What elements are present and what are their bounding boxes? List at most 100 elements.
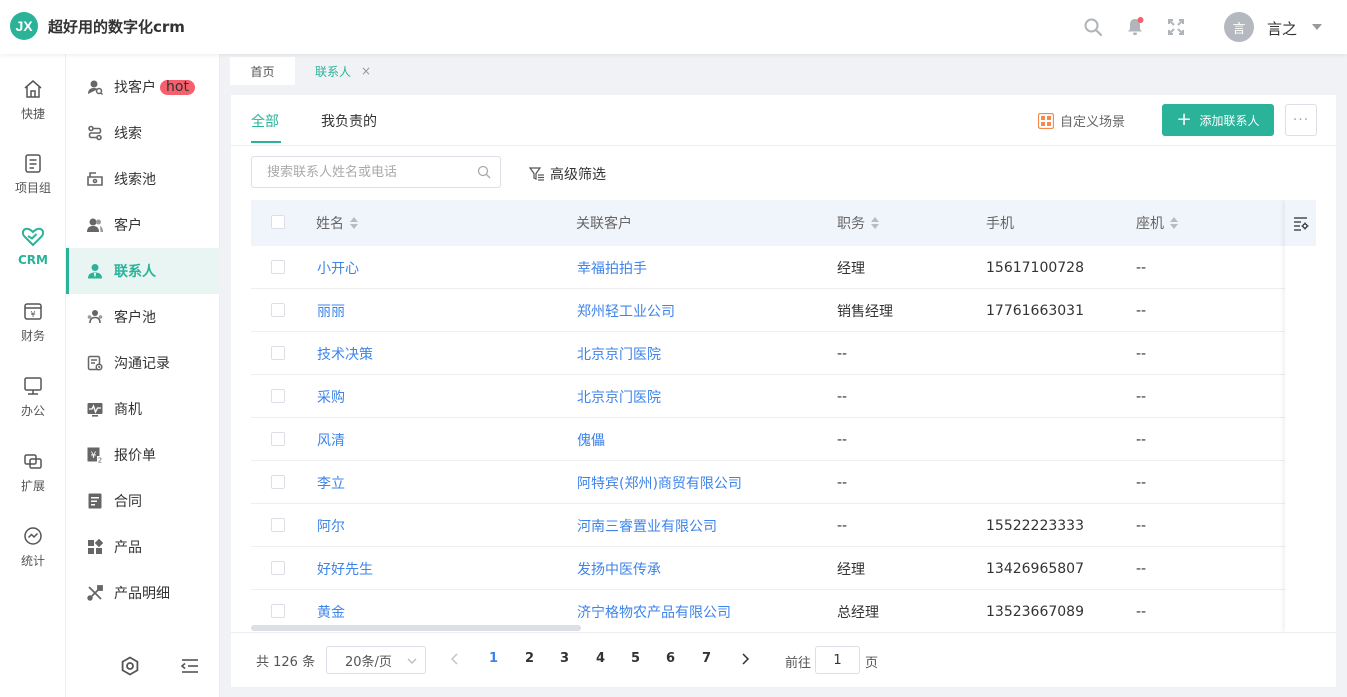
customer-link[interactable]: 幸福拍拍手 [577,246,647,289]
notification-bell-icon[interactable] [1124,16,1146,38]
submenu-item-customer[interactable]: 客户 [66,202,220,248]
tab-home[interactable]: 首页 [230,57,295,85]
column-header-phone[interactable]: 座机 [1136,200,1179,246]
contact-name-link[interactable]: 丽丽 [317,289,345,332]
phone-cell: -- [1136,259,1147,276]
goto-suffix: 页 [865,656,879,671]
customer-link[interactable]: 济宁格物农产品有限公司 [577,590,731,632]
table-row[interactable]: 小开心 幸福拍拍手 经理 15617100728 -- [251,246,1316,289]
horizontal-scrollbar[interactable] [251,625,581,631]
add-contact-button[interactable]: + 添加联系人 [1162,104,1274,136]
user-name[interactable]: 言之 [1267,18,1297,39]
contact-name-link[interactable]: 李立 [317,461,345,504]
advanced-filter-button[interactable]: 高级筛选 [529,164,606,184]
column-header-mobile: 手机 [986,200,1014,246]
rail-item-project[interactable]: 项目组 [0,152,66,212]
contact-name-link[interactable]: 小开心 [317,246,359,289]
rail-item-extend[interactable]: 扩展 [0,450,66,510]
submenu-item-opportunity[interactable]: 商机 [66,386,220,432]
row-checkbox[interactable] [271,475,285,489]
rail-item-crm[interactable]: CRM [0,226,66,286]
search-icon[interactable] [1082,16,1104,38]
row-checkbox[interactable] [271,389,285,403]
table-row[interactable]: 丽丽 郑州轻工业公司 销售经理 17761663031 -- [251,289,1316,332]
sort-icon[interactable] [350,217,359,229]
fullscreen-icon[interactable] [1165,16,1187,38]
row-checkbox[interactable] [271,561,285,575]
page-1-button[interactable]: 1 [489,651,498,666]
rail-item-stats[interactable]: 统计 [0,525,66,585]
column-header-customer: 关联客户 [576,200,632,246]
row-checkbox[interactable] [271,303,285,317]
column-header-name[interactable]: 姓名 [316,200,359,246]
contact-name-link[interactable]: 技术决策 [317,332,373,375]
row-checkbox[interactable] [271,432,285,446]
customer-link[interactable]: 郑州轻工业公司 [577,289,675,332]
page-4-button[interactable]: 4 [596,651,605,666]
customer-link[interactable]: 傀儡 [577,418,605,461]
table-row[interactable]: 采购 北京京门医院 -- -- [251,375,1316,418]
sort-icon[interactable] [1170,217,1179,229]
submenu-item-customer-pool[interactable]: 客户池 [66,294,220,340]
mobile-cell: 17761663031 [986,302,1084,319]
goto-page-input[interactable] [815,646,860,674]
column-settings-icon[interactable] [1285,200,1316,246]
contact-name-link[interactable]: 采购 [317,375,345,418]
scene-tab-mine[interactable]: 我负责的 [321,111,377,131]
settings-icon[interactable] [119,655,141,677]
submenu-item-product[interactable]: 产品 [66,524,220,570]
table-row[interactable]: 技术决策 北京京门医院 -- -- [251,332,1316,375]
sort-icon[interactable] [871,217,880,229]
customer-link[interactable]: 北京京门医院 [577,332,661,375]
table-row[interactable]: 阿尔 河南三睿置业有限公司 -- 15522223333 -- [251,504,1316,547]
chevron-down-icon[interactable] [1312,24,1322,30]
submenu-item-contract[interactable]: 合同 [66,478,220,524]
product-icon [88,539,103,554]
close-icon[interactable]: × [361,64,371,78]
submenu-item-lead-pool[interactable]: 线索池 [66,156,220,202]
row-checkbox[interactable] [271,346,285,360]
contact-name-link[interactable]: 阿尔 [317,504,345,547]
app-logo[interactable]: JX [10,12,38,40]
page-5-button[interactable]: 5 [631,651,640,666]
contact-name-link[interactable]: 好好先生 [317,547,373,590]
search-icon[interactable] [477,165,491,179]
page-6-button[interactable]: 6 [666,651,675,666]
next-page-icon[interactable] [740,653,750,665]
rail-item-home[interactable]: 快捷 [0,78,66,138]
table-row[interactable]: 李立 阿特宾(郑州)商贸有限公司 -- -- [251,461,1316,504]
submenu-item-product-detail[interactable]: 产品明细 [66,570,220,616]
tab-contacts[interactable]: 联系人 × [295,57,391,85]
table-row[interactable]: 风清 傀儡 -- -- [251,418,1316,461]
customer-link[interactable]: 北京京门医院 [577,375,661,418]
page-2-button[interactable]: 2 [525,651,534,666]
custom-scene-button[interactable]: 自定义场景 [1038,111,1125,130]
column-header-position[interactable]: 职务 [837,200,880,246]
submenu-item-records[interactable]: 沟通记录 [66,340,220,386]
select-all-checkbox[interactable] [271,215,285,229]
row-checkbox[interactable] [271,518,285,532]
page-3-button[interactable]: 3 [560,651,569,666]
submenu-item-find-customer[interactable]: 找客户 hot [66,64,220,110]
page-size-select[interactable]: 20条/页 [326,646,426,674]
prev-page-icon[interactable] [450,653,460,665]
collapse-menu-icon[interactable] [179,655,201,677]
more-options-button[interactable]: ··· [1285,104,1317,136]
contact-name-link[interactable]: 风清 [317,418,345,461]
rail-item-office[interactable]: 办公 [0,375,66,435]
row-checkbox[interactable] [271,260,285,274]
row-checkbox[interactable] [271,604,285,618]
submenu-item-leads[interactable]: 线索 [66,110,220,156]
customer-link[interactable]: 阿特宾(郑州)商贸有限公司 [577,461,742,504]
table-row[interactable]: 好好先生 发扬中医传承 经理 13426965807 -- [251,547,1316,590]
page-7-button[interactable]: 7 [702,651,711,666]
rail-item-finance[interactable]: ¥ 财务 [0,300,66,360]
customer-link[interactable]: 发扬中医传承 [577,547,661,590]
customer-link[interactable]: 河南三睿置业有限公司 [577,504,717,547]
submenu-item-contacts[interactable]: 联系人 [66,248,220,294]
submenu-item-quote[interactable]: ¥2 报价单 [66,432,220,478]
search-input[interactable] [252,157,472,187]
user-avatar[interactable]: 言 [1224,12,1254,42]
search-field[interactable] [251,156,501,188]
scene-tab-all[interactable]: 全部 [251,111,279,131]
